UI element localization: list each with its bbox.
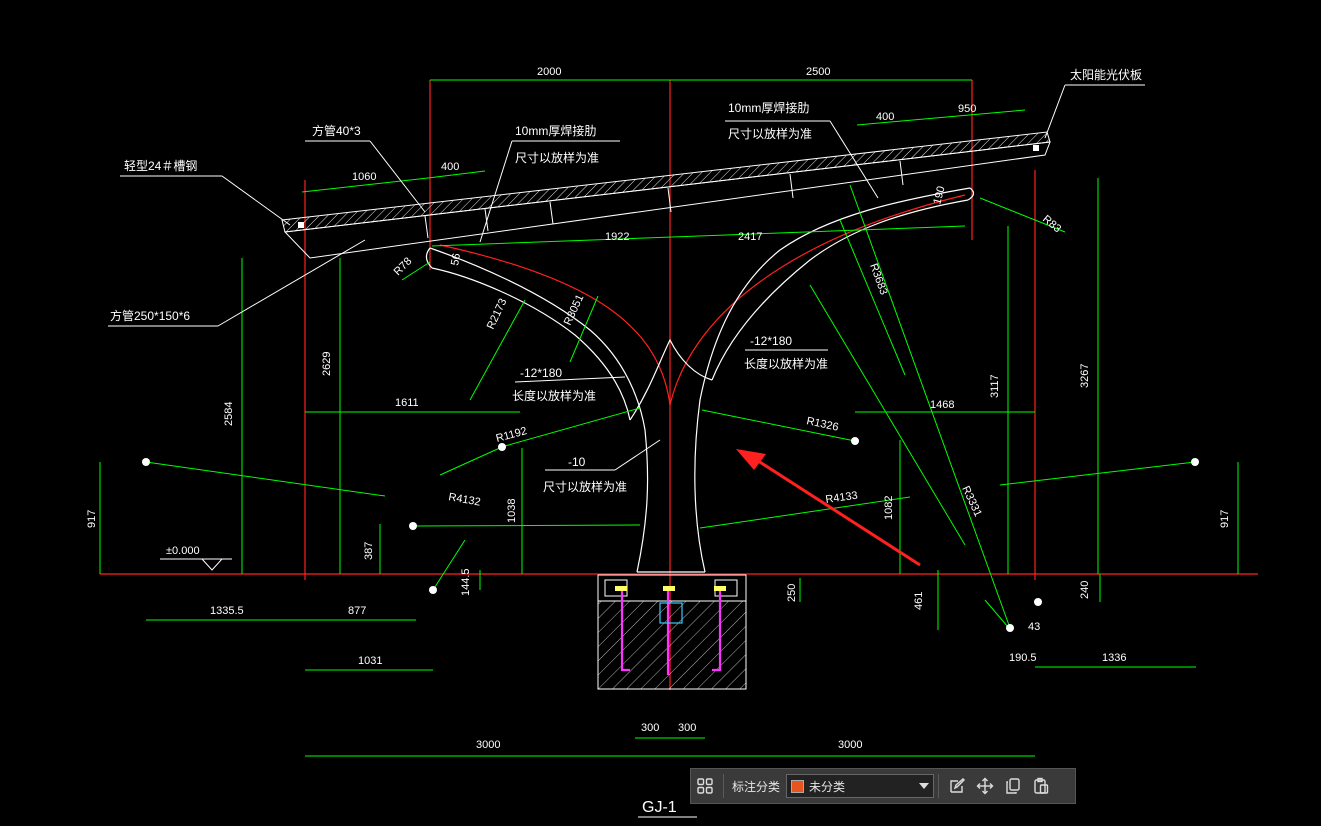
dim-2000: 2000 (537, 66, 561, 78)
label-channel-24: 轻型24＃槽钢 (124, 159, 197, 173)
paste-icon[interactable] (1027, 772, 1055, 800)
label-plate-12-right-2: 长度以放样为准 (744, 356, 828, 371)
dim-1336: 1336 (1102, 652, 1126, 664)
dim-1468: 1468 (930, 399, 954, 411)
label-plate-10-right-2: 尺寸以放样为准 (728, 126, 812, 141)
drawing-title: GJ-1 (642, 799, 677, 816)
label-plate-10-mid-2: 尺寸以放样为准 (543, 479, 627, 494)
copy-icon[interactable] (999, 772, 1027, 800)
dim-2629: 2629 (321, 352, 333, 376)
label-plate-12-left-1: -12*180 (520, 366, 562, 380)
dim-43: 43 (1028, 621, 1040, 633)
dim-3000-right: 3000 (838, 739, 862, 751)
dim-917-right: 917 (1219, 510, 1231, 528)
dim-190-5: 190.5 (1009, 652, 1037, 664)
dim-3000-left: 3000 (476, 739, 500, 751)
dim-400-right: 400 (876, 111, 894, 123)
dim-1031: 1031 (358, 655, 382, 667)
label-square-tube-250: 方管250*150*6 (110, 308, 190, 323)
dim-950: 950 (958, 103, 976, 115)
dim-240: 240 (1079, 581, 1091, 599)
toolbar-separator (723, 774, 724, 798)
dim-387: 387 (363, 542, 375, 560)
annotation-toolbar: 标注分类 未分类 (690, 768, 1076, 804)
dim-2500: 2500 (806, 66, 830, 78)
label-plate-12-left-2: 长度以放样为准 (512, 388, 596, 403)
dim-144-5: 144.5 (460, 568, 472, 596)
dim-1922: 1922 (605, 231, 629, 243)
radius-r3683: R3683 (867, 262, 889, 297)
label-solar-panel: 太阳能光伏板 (1070, 67, 1142, 82)
dim-1060: 1060 (352, 171, 376, 183)
elevation-marker (160, 558, 232, 571)
radius-r3331: R3331 (959, 484, 984, 518)
toolbar-separator (938, 774, 940, 798)
radius-r2173: R2173 (485, 297, 510, 331)
dim-917-left: 917 (86, 510, 98, 528)
dim-1611: 1611 (395, 397, 419, 409)
dim-190: 190 (931, 185, 947, 206)
dim-1335-5: 1335.5 (210, 605, 244, 617)
dim-300-left: 300 (641, 722, 659, 734)
radius-r1192: R1192 (495, 425, 529, 445)
chevron-down-icon (919, 783, 930, 789)
category-label: 标注分类 (732, 779, 781, 794)
dim-2584: 2584 (223, 402, 235, 426)
dim-250: 250 (786, 584, 798, 602)
dim-3267: 3267 (1079, 364, 1091, 388)
cad-drawing-canvas[interactable]: 2000 2500 400 1060 400 950 1922 2417 258… (0, 0, 1321, 826)
radius-r4133: R4133 (825, 490, 859, 506)
radius-r3051: R3051 (562, 293, 587, 327)
dim-1038: 1038 (506, 499, 518, 523)
dim-877: 877 (348, 605, 366, 617)
grid-icon[interactable] (691, 772, 719, 800)
move-icon[interactable] (971, 772, 999, 800)
category-color-swatch (791, 779, 805, 793)
radius-r1326: R1326 (805, 415, 839, 433)
radius-r83: R83 (1040, 213, 1063, 235)
dim-300-right: 300 (678, 722, 696, 734)
label-plate-10-mid-1: -10 (568, 455, 586, 469)
radius-r4132: R4132 (447, 491, 481, 508)
radius-texts: R78 R83 R2173 R3051 R3683 R1192 R1326 R4… (392, 213, 1064, 519)
label-elevation: ±0.000 (166, 545, 200, 557)
label-plate-10-right-1: 10mm厚焊接肋 (728, 100, 809, 115)
category-value: 未分类 (809, 779, 846, 794)
dim-461: 461 (913, 592, 925, 610)
dim-400-left: 400 (441, 161, 459, 173)
category-select[interactable]: 未分类 (786, 774, 935, 798)
label-square-tube-40: 方管40*3 (312, 123, 361, 138)
label-plate-10-left-2: 尺寸以放样为准 (515, 150, 599, 165)
drawing-title-group: GJ-1 (638, 799, 697, 818)
edit-icon[interactable] (943, 772, 971, 800)
label-plate-10-left-1: 10mm厚焊接肋 (515, 123, 596, 138)
column-base (597, 574, 747, 690)
dim-3117: 3117 (989, 374, 1001, 398)
dim-2417: 2417 (738, 231, 762, 243)
dim-1082: 1082 (883, 496, 895, 520)
label-plate-12-right-1: -12*180 (750, 334, 792, 348)
dim-56: 56 (449, 252, 463, 266)
